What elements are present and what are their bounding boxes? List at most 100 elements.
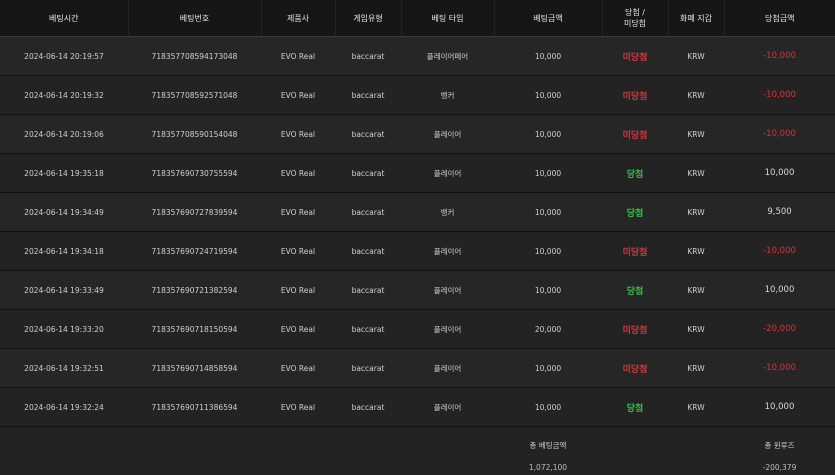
total-bet-label: 총 베팅금액 <box>494 440 602 451</box>
betting-history-table: 베팅시간 베팅번호 제품사 게임유형 베팅 타입 베팅금액 당첨 / 미당첨 화… <box>0 0 835 475</box>
cell-bet-id: 718357690727839594 <box>128 193 261 232</box>
cell-bet-type: 플레이어 <box>401 115 494 154</box>
header-game-type: 게임유형 <box>335 0 401 37</box>
cell-bet-id: 718357690718150594 <box>128 310 261 349</box>
cell-payout: -10,000 <box>724 349 835 388</box>
cell-bet-amount: 10,000 <box>494 115 602 154</box>
cell-bet-time: 2024-06-14 19:32:24 <box>0 388 128 427</box>
cell-currency: KRW <box>668 37 724 76</box>
header-result: 당첨 / 미당첨 <box>602 0 668 37</box>
cell-bet-amount: 10,000 <box>494 76 602 115</box>
cell-result: 미당첨 <box>602 349 668 388</box>
cell-bet-type: 플레이어 <box>401 271 494 310</box>
cell-bet-time: 2024-06-14 20:19:32 <box>0 76 128 115</box>
table-header-row: 베팅시간 베팅번호 제품사 게임유형 베팅 타입 베팅금액 당첨 / 미당첨 화… <box>0 0 835 37</box>
cell-game-type: baccarat <box>335 232 401 271</box>
cell-bet-type: 뱅커 <box>401 76 494 115</box>
cell-currency: KRW <box>668 232 724 271</box>
cell-bet-time: 2024-06-14 20:19:06 <box>0 115 128 154</box>
cell-result: 미당첨 <box>602 76 668 115</box>
cell-bet-amount: 10,000 <box>494 232 602 271</box>
table-row: 2024-06-14 20:19:06718357708590154048EVO… <box>0 115 835 154</box>
cell-currency: KRW <box>668 310 724 349</box>
cell-result: 당첨 <box>602 271 668 310</box>
cell-bet-amount: 10,000 <box>494 154 602 193</box>
header-bet-amount: 베팅금액 <box>494 0 602 37</box>
cell-bet-time: 2024-06-14 19:35:18 <box>0 154 128 193</box>
cell-currency: KRW <box>668 193 724 232</box>
cell-bet-id: 718357708594173048 <box>128 37 261 76</box>
cell-result: 당첨 <box>602 193 668 232</box>
header-bet-id: 베팅번호 <box>128 0 261 37</box>
cell-result: 미당첨 <box>602 310 668 349</box>
cell-bet-type: 뱅커 <box>401 193 494 232</box>
cell-result: 미당첨 <box>602 115 668 154</box>
cell-bet-time: 2024-06-14 19:34:18 <box>0 232 128 271</box>
cell-result: 당첨 <box>602 388 668 427</box>
cell-provider: EVO Real <box>261 154 335 193</box>
table-row: 2024-06-14 19:32:24718357690711386594EVO… <box>0 388 835 427</box>
table-row: 2024-06-14 19:35:18718357690730755594EVO… <box>0 154 835 193</box>
cell-bet-type: 플레이어페어 <box>401 37 494 76</box>
table-row: 2024-06-14 20:19:57718357708594173048EVO… <box>0 37 835 76</box>
cell-bet-time: 2024-06-14 19:33:49 <box>0 271 128 310</box>
header-payout: 당첨금액 <box>724 0 835 37</box>
header-provider: 제품사 <box>261 0 335 37</box>
totals-row: 총 베팅금액 1,072,100 총 윈루즈 -200,379 <box>0 427 835 475</box>
cell-provider: EVO Real <box>261 193 335 232</box>
cell-bet-id: 718357690721382594 <box>128 271 261 310</box>
total-winloss-cell: 총 윈루즈 -200,379 <box>724 427 835 475</box>
cell-bet-id: 718357690714858594 <box>128 349 261 388</box>
cell-bet-amount: 10,000 <box>494 193 602 232</box>
cell-payout: 10,000 <box>724 154 835 193</box>
cell-currency: KRW <box>668 349 724 388</box>
cell-bet-id: 718357708590154048 <box>128 115 261 154</box>
cell-game-type: baccarat <box>335 76 401 115</box>
cell-bet-amount: 10,000 <box>494 388 602 427</box>
cell-bet-id: 718357708592571048 <box>128 76 261 115</box>
cell-bet-amount: 20,000 <box>494 310 602 349</box>
cell-provider: EVO Real <box>261 76 335 115</box>
cell-payout: -10,000 <box>724 232 835 271</box>
cell-payout: 10,000 <box>724 271 835 310</box>
cell-bet-time: 2024-06-14 19:34:49 <box>0 193 128 232</box>
cell-provider: EVO Real <box>261 232 335 271</box>
header-currency: 화폐 지갑 <box>668 0 724 37</box>
cell-result: 당첨 <box>602 154 668 193</box>
cell-bet-time: 2024-06-14 19:33:20 <box>0 310 128 349</box>
cell-game-type: baccarat <box>335 115 401 154</box>
cell-currency: KRW <box>668 154 724 193</box>
cell-payout: -20,000 <box>724 310 835 349</box>
cell-bet-amount: 10,000 <box>494 271 602 310</box>
cell-bet-type: 플레이어 <box>401 310 494 349</box>
cell-provider: EVO Real <box>261 115 335 154</box>
cell-result: 미당첨 <box>602 232 668 271</box>
cell-bet-amount: 10,000 <box>494 349 602 388</box>
cell-payout: 9,500 <box>724 193 835 232</box>
cell-provider: EVO Real <box>261 271 335 310</box>
cell-provider: EVO Real <box>261 349 335 388</box>
cell-bet-type: 플레이어 <box>401 232 494 271</box>
cell-bet-id: 718357690730755594 <box>128 154 261 193</box>
header-bet-type: 베팅 타입 <box>401 0 494 37</box>
cell-bet-type: 플레이어 <box>401 349 494 388</box>
table-row: 2024-06-14 19:33:49718357690721382594EVO… <box>0 271 835 310</box>
cell-bet-amount: 10,000 <box>494 37 602 76</box>
cell-currency: KRW <box>668 388 724 427</box>
cell-game-type: baccarat <box>335 388 401 427</box>
total-bet-cell: 총 베팅금액 1,072,100 <box>494 427 602 475</box>
cell-bet-type: 플레이어 <box>401 388 494 427</box>
cell-bet-type: 플레이어 <box>401 154 494 193</box>
cell-bet-id: 718357690711386594 <box>128 388 261 427</box>
cell-payout: -10,000 <box>724 115 835 154</box>
cell-result: 미당첨 <box>602 37 668 76</box>
table-row: 2024-06-14 19:34:49718357690727839594EVO… <box>0 193 835 232</box>
table-row: 2024-06-14 20:19:32718357708592571048EVO… <box>0 76 835 115</box>
cell-bet-id: 718357690724719594 <box>128 232 261 271</box>
table-row: 2024-06-14 19:34:18718357690724719594EVO… <box>0 232 835 271</box>
cell-bet-time: 2024-06-14 20:19:57 <box>0 37 128 76</box>
cell-payout: 10,000 <box>724 388 835 427</box>
cell-bet-time: 2024-06-14 19:32:51 <box>0 349 128 388</box>
total-winloss-label: 총 윈루즈 <box>724 440 835 451</box>
cell-payout: -10,000 <box>724 37 835 76</box>
